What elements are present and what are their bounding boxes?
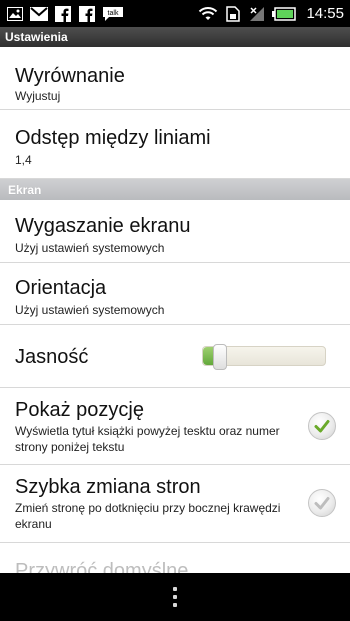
- notification-icons: talk: [6, 5, 124, 22]
- setting-title: Szybka zmiana stron: [15, 476, 201, 498]
- clock: 14:55: [306, 5, 344, 22]
- menu-icon[interactable]: [173, 587, 177, 607]
- section-header-label: Ekran: [8, 182, 42, 197]
- setting-value: 1,4: [15, 153, 32, 167]
- settings-list: Wyrównanie Wyjustuj Odstęp między liniam…: [0, 47, 350, 603]
- status-bar: talk 14:55: [0, 0, 350, 27]
- setting-value: Użyj ustawień systemowych: [15, 241, 165, 255]
- setting-screen-timeout[interactable]: Wygaszanie ekranu Użyj ustawień systemow…: [0, 200, 350, 263]
- setting-title: Pokaż pozycję: [15, 399, 144, 421]
- bottom-nav-bar: [0, 573, 350, 621]
- wifi-icon: [198, 6, 218, 22]
- setting-alignment[interactable]: Wyrównanie Wyjustuj: [0, 47, 350, 110]
- setting-title: Wyrównanie: [15, 65, 125, 87]
- signal-off-icon: [248, 6, 266, 22]
- setting-title: Odstęp między liniami: [15, 127, 211, 149]
- checkmark-icon: [314, 420, 330, 433]
- battery-icon: [272, 6, 297, 22]
- setting-title: Wygaszanie ekranu: [15, 215, 191, 237]
- quick-page-turn-checkbox[interactable]: [308, 489, 336, 517]
- system-icons: 14:55: [198, 5, 344, 22]
- setting-quick-page-turn[interactable]: Szybka zmiana stron Zmień stronę po dotk…: [0, 465, 350, 543]
- setting-brightness: Jasność: [0, 325, 350, 388]
- facebook-icon: [78, 5, 96, 22]
- screen-title: Ustawienia: [5, 30, 68, 44]
- setting-description: Zmień stronę po dotknięciu przy bocznej …: [15, 501, 281, 531]
- show-position-checkbox[interactable]: [308, 412, 336, 440]
- setting-show-position[interactable]: Pokaż pozycję Wyświetla tytuł książki po…: [0, 388, 350, 465]
- setting-description: Wyświetla tytuł książki powyżej tesktu o…: [15, 424, 280, 454]
- setting-value: Wyjustuj: [15, 89, 61, 103]
- setting-orientation[interactable]: Orientacja Użyj ustawień systemowych: [0, 263, 350, 325]
- sim-card-icon: [224, 5, 242, 22]
- checkmark-icon: [314, 497, 330, 510]
- setting-line-spacing[interactable]: Odstęp między liniami 1,4: [0, 110, 350, 179]
- setting-title: Orientacja: [15, 277, 107, 299]
- section-header-screen: Ekran: [0, 179, 350, 200]
- facebook-icon: [54, 5, 72, 22]
- brightness-slider-thumb[interactable]: [213, 344, 227, 370]
- talk-icon: talk: [102, 6, 124, 22]
- brightness-slider[interactable]: [202, 344, 326, 370]
- setting-value: Użyj ustawień systemowych: [15, 303, 165, 317]
- screen-title-bar: Ustawienia: [0, 27, 350, 47]
- talk-label: talk: [108, 10, 119, 17]
- gmail-icon: [30, 6, 48, 22]
- image-icon: [6, 6, 24, 22]
